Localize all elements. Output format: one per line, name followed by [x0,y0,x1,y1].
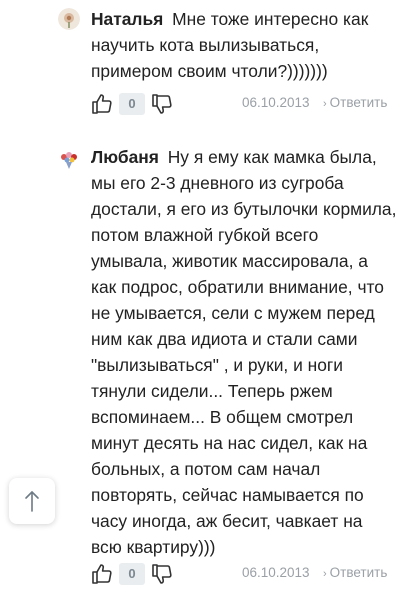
bouquet-avatar-icon[interactable] [58,148,80,170]
scroll-to-top-button[interactable] [9,478,55,524]
thumbs-down-icon[interactable] [150,562,174,586]
reply-button[interactable]: › Ответить [323,565,387,580]
like-counter: 0 [119,93,145,115]
comment-text: Ну я ему как мамка была, мы его 2-3 днев… [91,147,397,557]
reply-label: Ответить [329,95,388,110]
comment-author[interactable]: Наталья [91,9,163,29]
comment-body: Любаня Ну я ему как мамка была, мы его 2… [91,144,397,560]
comment-author[interactable]: Любаня [91,147,159,167]
thumbs-up-icon[interactable] [90,562,114,586]
arrow-up-icon [25,491,39,512]
comment-date: 06.10.2013 [242,95,310,110]
reply-label: Ответить [329,565,388,580]
thumbs-down-icon[interactable] [150,92,174,116]
comment-date: 06.10.2013 [242,565,310,580]
like-counter: 0 [119,563,145,585]
comment-body: Наталья Мне тоже интересно как научить к… [91,6,397,84]
thumbs-up-icon[interactable] [90,92,114,116]
reply-arrow-icon: › [323,568,327,580]
comment-actions: 0 06.10.2013 › Ответить [0,561,419,587]
comment-actions: 0 06.10.2013 › Ответить [0,91,419,117]
flower-avatar-icon[interactable] [58,8,80,30]
reply-button[interactable]: › Ответить [323,95,387,110]
reply-arrow-icon: › [323,98,327,110]
